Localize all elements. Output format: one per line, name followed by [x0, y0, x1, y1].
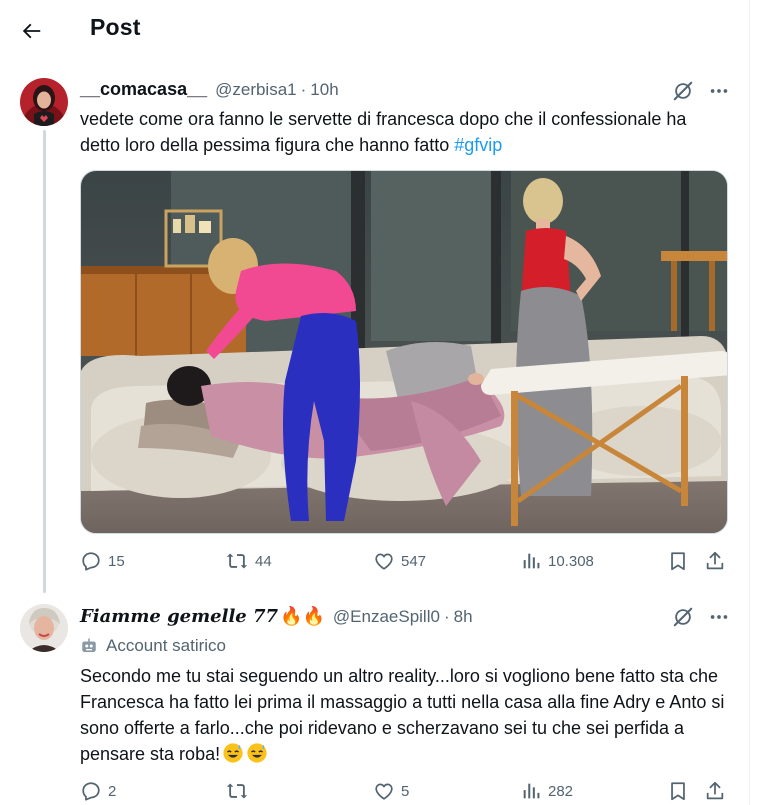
grok-button[interactable] [672, 80, 694, 102]
tweet-author-row: __comacasa__ @zerbisa1 · 10h [80, 79, 339, 100]
tweet-media-image[interactable] [80, 170, 728, 534]
grok-icon [673, 81, 693, 101]
share-button[interactable] [704, 780, 726, 802]
satire-account-label: Account satirico [80, 636, 226, 656]
reply-button[interactable]: 15 [80, 550, 125, 572]
reply-top-actions [672, 606, 730, 628]
separator-dot: · [300, 80, 307, 99]
grok-icon [673, 607, 693, 627]
reply-body: Secondo me tu stai seguendo un altro rea… [80, 666, 725, 764]
bookmark-button[interactable] [667, 780, 689, 802]
like-count: 5 [401, 782, 410, 800]
more-icon [710, 615, 728, 619]
bookmark-button[interactable] [667, 550, 689, 572]
page-title: Post [90, 14, 141, 40]
robot-icon [82, 638, 96, 652]
reply-handle[interactable]: @EnzaeSpill0 [333, 607, 440, 627]
more-button[interactable] [708, 606, 730, 628]
satire-label-text: Account satirico [106, 636, 226, 655]
views-icon [523, 553, 540, 569]
reply-avatar-image [20, 604, 68, 652]
reply-avatar[interactable] [20, 604, 68, 652]
tweet-action-bar: 15 44 547 10.308 [80, 550, 730, 574]
repost-button[interactable] [225, 780, 255, 802]
reply-author-row: Fiamme gemelle 77 🔥🔥 @EnzaeSpill0 · 8h [80, 606, 473, 627]
repost-icon [226, 553, 248, 569]
reply-action-bar: 2 5 282 [80, 780, 730, 804]
author-display-name[interactable]: __comacasa__ [80, 79, 207, 100]
author-handle[interactable]: @zerbisa1 [215, 80, 297, 100]
share-icon [706, 781, 724, 800]
grok-button[interactable] [672, 606, 694, 628]
name-emoji: 🔥🔥 [280, 606, 325, 626]
views-icon [523, 783, 540, 799]
media-photo [81, 171, 727, 533]
like-count: 547 [401, 552, 427, 570]
hashtag-link[interactable]: #gfvip [454, 135, 502, 155]
tweet-text: vedete come ora fanno le servette di fra… [80, 106, 730, 158]
tweet-timestamp[interactable]: 10h [310, 80, 338, 100]
more-button[interactable] [708, 80, 730, 102]
share-button[interactable] [704, 550, 726, 572]
back-button[interactable] [14, 13, 50, 49]
heart-icon [375, 553, 393, 570]
reply-icon [82, 782, 100, 801]
tweet-body: vedete come ora fanno le servette di fra… [80, 109, 687, 155]
reply-display-name[interactable]: Fiamme gemelle 77 [80, 606, 278, 627]
arrow-left-icon [22, 23, 41, 39]
repost-count: 44 [255, 552, 272, 570]
thread-line [43, 130, 46, 593]
repost-button[interactable]: 44 [225, 550, 272, 572]
avatar-image [20, 78, 68, 126]
sweat-smile-emoji-icon [223, 743, 243, 763]
page-header: Post [0, 0, 749, 60]
reply-timestamp[interactable]: 8h [454, 607, 473, 627]
tweet-top-actions [672, 80, 730, 102]
views-count: 282 [548, 782, 574, 800]
views-count: 10.308 [548, 552, 594, 570]
like-button[interactable]: 5 [373, 780, 409, 802]
bookmark-icon [671, 552, 685, 571]
views-button[interactable]: 10.308 [520, 550, 594, 572]
reply-button[interactable]: 2 [80, 780, 116, 802]
post-page: Post __comacasa__ @zerbisa1 · 10h vedete… [0, 0, 750, 805]
bookmark-icon [671, 782, 685, 801]
sweat-smile-emoji-icon [247, 743, 267, 763]
separator-dot: · [443, 607, 450, 626]
reply-count: 2 [108, 782, 117, 800]
views-button[interactable]: 282 [520, 780, 573, 802]
heart-icon [375, 783, 393, 800]
like-button[interactable]: 547 [373, 550, 426, 572]
reply-count: 15 [108, 552, 125, 570]
avatar[interactable] [20, 78, 68, 126]
more-icon [710, 89, 728, 93]
repost-icon [226, 783, 248, 799]
reply-text: Secondo me tu stai seguendo un altro rea… [80, 663, 736, 767]
share-icon [706, 551, 724, 570]
reply-icon [82, 552, 100, 571]
